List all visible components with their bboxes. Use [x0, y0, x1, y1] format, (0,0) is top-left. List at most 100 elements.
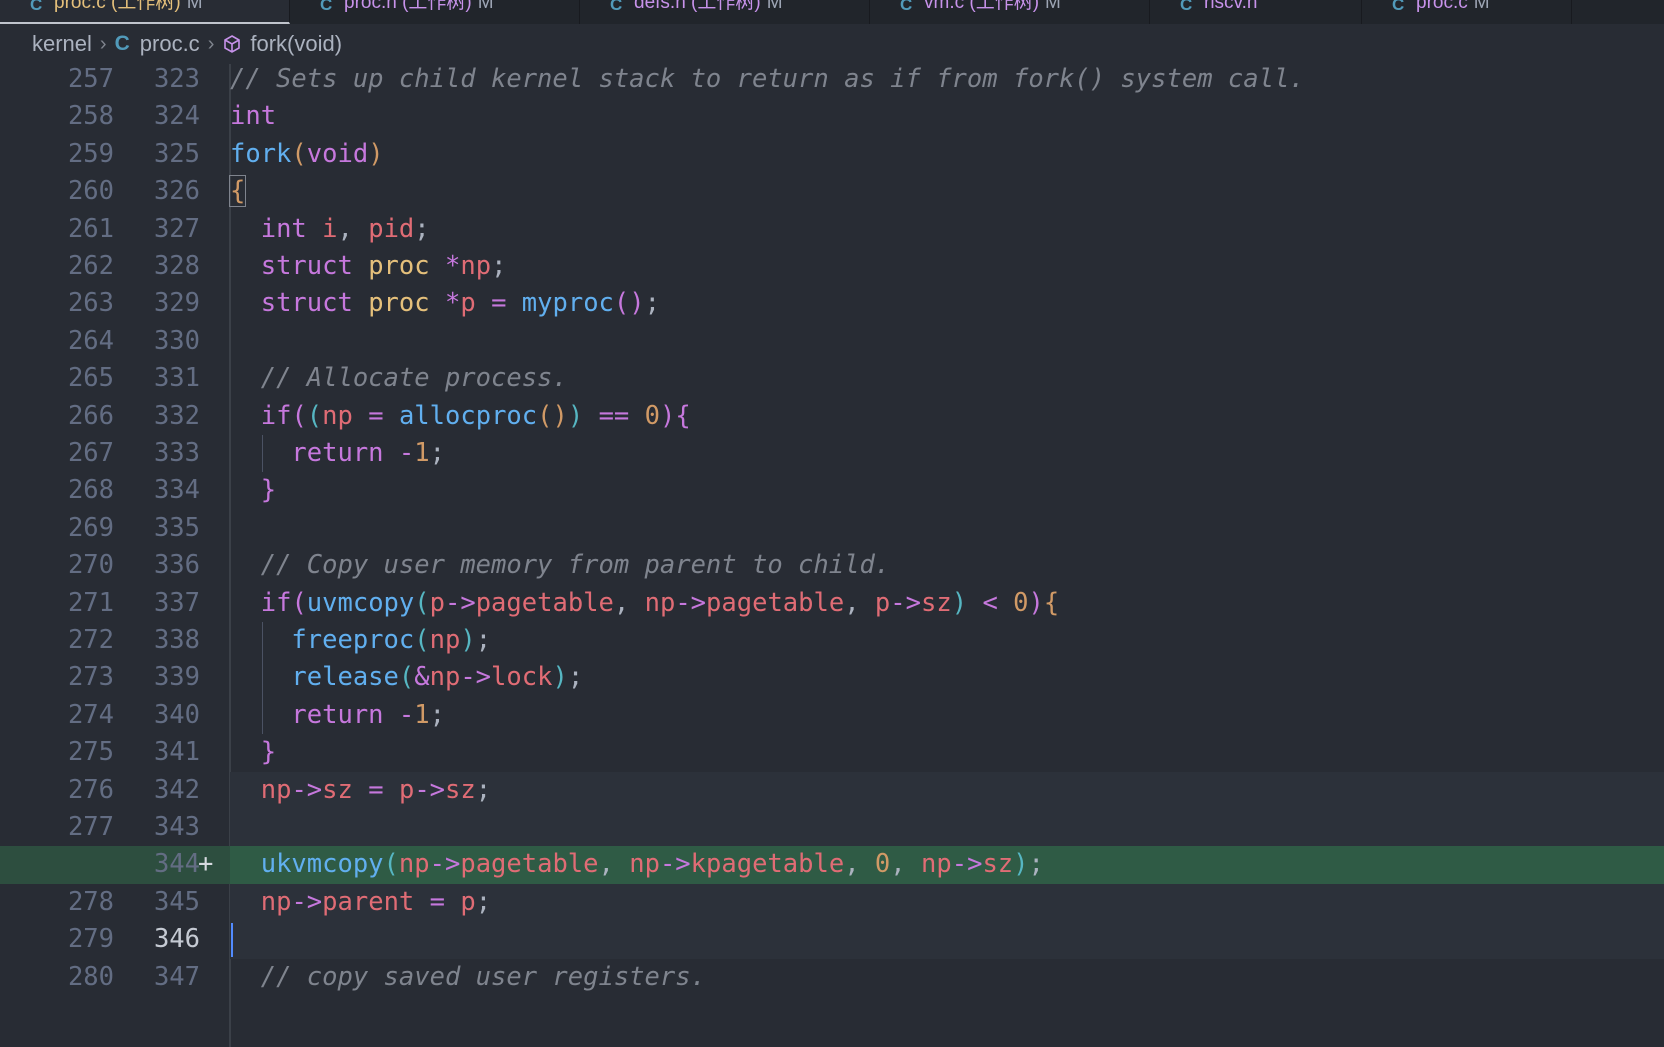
code-line[interactable]: 268 334 }	[0, 472, 1664, 509]
tab-2[interactable]: Cdefs.h (工作树) M	[580, 0, 870, 24]
breadcrumb-file[interactable]: proc.c	[140, 31, 200, 57]
code-token: pagetable	[706, 587, 845, 618]
original-line-number: 266	[67, 400, 114, 431]
code-line[interactable]: 280 347 // copy saved user registers.	[0, 959, 1664, 996]
code-token: pagetable	[475, 587, 614, 618]
code-line[interactable]: 262 328 struct proc *np;	[0, 248, 1664, 285]
code-token: pid	[368, 213, 415, 244]
modified-line-number: 332	[153, 400, 200, 431]
code-token: np	[644, 587, 676, 618]
c-file-icon: C	[1180, 0, 1193, 14]
modified-line-number: 329	[153, 288, 200, 319]
code-text: // Allocate process.	[230, 360, 568, 397]
code-line[interactable]: 273 339 release(&np->lock);	[0, 659, 1664, 696]
tab-label: vm.c (工作树) M	[924, 0, 1061, 12]
code-token: {	[675, 400, 691, 431]
added-code-line[interactable]: 344 + ukvmcopy(np->pagetable, np->kpageta…	[0, 846, 1664, 884]
code-token: ,	[890, 849, 921, 880]
modified-line-number: 340	[153, 699, 200, 730]
tab-4[interactable]: Criscv.h	[1150, 0, 1362, 24]
code-token: pagetable	[460, 849, 599, 880]
code-line[interactable]: 260 326 {	[0, 173, 1664, 210]
code-token: ,	[337, 213, 369, 244]
original-line-number: 261	[67, 213, 114, 244]
code-line[interactable]: 271 337 if(uvmcopy(p->pagetable, np->page…	[0, 585, 1664, 622]
code-text: int	[230, 98, 276, 135]
code-line[interactable]: 266 332 if((np = allocproc()) == 0){	[0, 398, 1664, 435]
code-line[interactable]: 263 329 struct proc *p = myproc();	[0, 285, 1664, 322]
code-line[interactable]: 270 336 // Copy user memory from parent t…	[0, 547, 1664, 584]
modified-line-number: 346	[153, 924, 200, 955]
code-token: }	[260, 737, 277, 768]
code-line[interactable]: 276 342 np->sz = p->sz;	[0, 771, 1664, 809]
code-token: ,	[598, 849, 630, 880]
code-token: // Sets up child kernel stack to return …	[230, 64, 1305, 94]
modified-line-number: 336	[153, 550, 200, 581]
code-text: if(uvmcopy(p->pagetable, np->pagetable, …	[230, 585, 1060, 622]
original-line-number: 277	[67, 812, 114, 842]
code-token: np	[429, 662, 461, 693]
breadcrumb-folder[interactable]: kernel	[32, 31, 92, 57]
tab-1[interactable]: Cproc.h (工作树) M	[290, 0, 580, 24]
code-token: =	[491, 288, 507, 319]
code-line[interactable]: 264 330	[0, 323, 1664, 360]
code-token: ;	[491, 251, 507, 281]
code-line[interactable]: 259 325 fork(void)	[0, 136, 1664, 173]
tab-modified-badge: M	[477, 0, 494, 13]
tab-0[interactable]: Cproc.c (工作树) M	[0, 0, 290, 24]
code-token: )	[951, 587, 968, 618]
code-line[interactable]: 265 331 // Allocate process.	[0, 360, 1664, 397]
original-line-number: 265	[67, 363, 114, 394]
original-line-number: 268	[67, 475, 114, 506]
code-token: =	[368, 774, 384, 805]
code-line[interactable]: 278 345 np->parent = p;	[0, 883, 1664, 922]
code-token: np	[260, 886, 292, 917]
code-line[interactable]: 267 333 return -1;	[0, 435, 1664, 472]
tab-3[interactable]: Cvm.c (工作树) M	[870, 0, 1150, 24]
tab-label: riscv.h	[1204, 0, 1258, 13]
modified-line-number: 342	[153, 774, 200, 805]
code-line[interactable]: 277 343	[0, 809, 1664, 847]
code-token: }	[260, 475, 277, 506]
code-token: ->	[890, 587, 921, 618]
code-line[interactable]: 258 324 int	[0, 98, 1664, 135]
diff-editor[interactable]: 257 323 // Sets up child kernel stack to r…	[0, 64, 1664, 1047]
code-token: ->	[291, 774, 323, 805]
code-line[interactable]: 275 341 }	[0, 734, 1664, 771]
tab-modified-badge: M	[186, 0, 203, 13]
code-token: ()	[613, 288, 645, 319]
code-token: void	[306, 138, 369, 169]
code-token: (	[414, 625, 430, 655]
tab-label: proc.h (工作树) M	[344, 0, 494, 12]
code-token: (	[383, 849, 399, 880]
tab-5[interactable]: Cproc.c M	[1362, 0, 1572, 24]
code-line[interactable]: 261 327 int i, pid;	[0, 211, 1664, 248]
code-line[interactable]: 274 340 return -1;	[0, 697, 1664, 734]
breadcrumb-symbol[interactable]: fork(void)	[250, 31, 342, 57]
code-token: allocproc	[398, 400, 538, 431]
code-token: <	[982, 587, 998, 618]
modified-line-number: 344	[153, 849, 200, 880]
code-line[interactable]: 257 323 // Sets up child kernel stack to r…	[0, 64, 1664, 98]
modified-line-number: 334	[153, 475, 200, 506]
code-token: *	[444, 288, 461, 319]
code-token: ->	[675, 587, 707, 618]
code-line[interactable]: 279 346	[0, 921, 1664, 959]
code-text: ukvmcopy(np->pagetable, np->kpagetable, …	[230, 846, 1044, 883]
code-line[interactable]: 269 335	[0, 510, 1664, 547]
code-token: sz	[322, 774, 353, 805]
code-text: release(&np->lock);	[230, 659, 583, 696]
code-line[interactable]: 272 338 freeproc(np);	[0, 622, 1664, 659]
